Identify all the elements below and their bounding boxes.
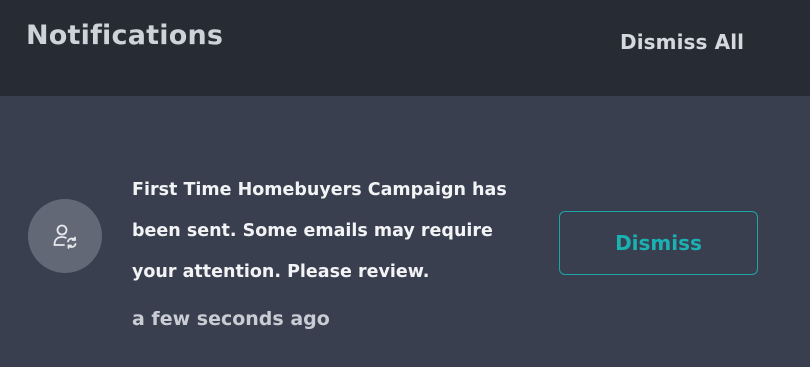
notifications-header: Notifications Dismiss All [0,0,810,96]
notifications-panel: Notifications Dismiss All First Time Hom… [0,0,810,367]
dismiss-all-button[interactable]: Dismiss All [620,30,744,54]
notification-message: First Time Homebuyers Campaign has been … [132,180,507,282]
notification-timestamp: a few seconds ago [132,308,330,330]
dismiss-button[interactable]: Dismiss [559,211,758,275]
page-title: Notifications [26,20,224,51]
avatar [28,199,102,273]
user-sync-icon [53,224,77,249]
